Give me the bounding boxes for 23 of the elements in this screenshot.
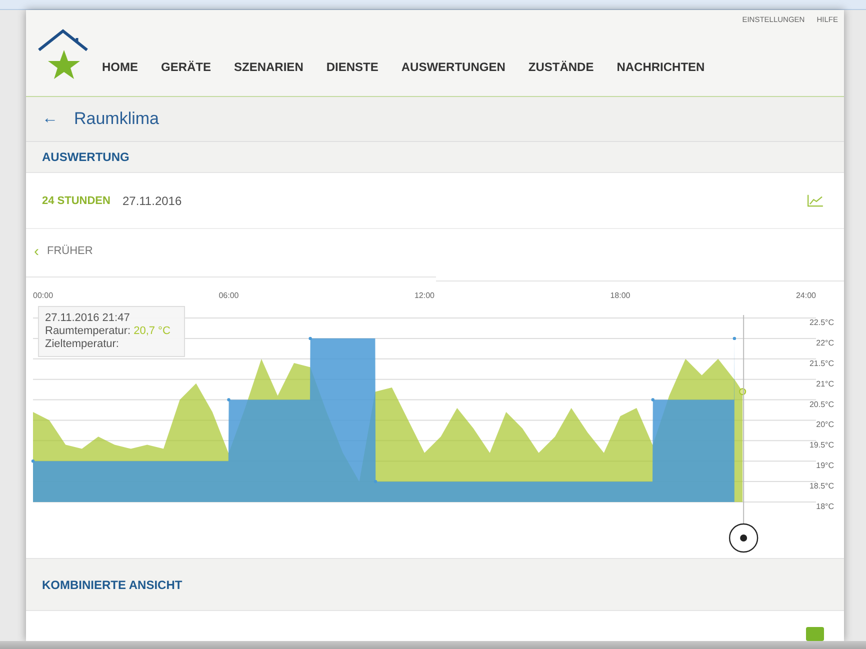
x-tick-label: 00:00 xyxy=(33,291,54,300)
x-tick-label: 18:00 xyxy=(610,291,630,300)
tooltip-timestamp: 27.11.2016 21:47 xyxy=(45,312,131,326)
y-tick-label: 20°C xyxy=(816,420,834,430)
section-title: AUSWERTUNG xyxy=(42,150,130,164)
y-tick-label: 20.5°C xyxy=(809,400,834,410)
section-title: KOMBINIERTE ANSICHT xyxy=(42,578,182,592)
y-tick-label: 18.5°C xyxy=(809,482,834,492)
y-tick-label: 21.5°C xyxy=(809,359,834,368)
y-tick-label: 19.5°C xyxy=(809,441,834,450)
y-tick-label: 19°C xyxy=(816,462,834,471)
y-tick-label: 21°C xyxy=(816,380,834,389)
tooltip-value: 20,7 °C xyxy=(134,325,170,338)
y-tick-label: 22.5°C xyxy=(809,318,834,328)
y-tick-label: 18°C xyxy=(816,502,834,512)
x-tick-label: 24:00 xyxy=(796,291,816,300)
y-tick-label: 22°C xyxy=(816,338,834,348)
tooltip-label: Raumtemperatur: xyxy=(45,325,131,338)
tooltip-label: Zieltemperatur: xyxy=(45,338,119,350)
page-title: Raumklima xyxy=(74,108,160,129)
x-tick-label: 12:00 xyxy=(414,291,435,300)
x-tick-label: 06:00 xyxy=(218,291,239,300)
date-label: 27.11.2016 xyxy=(122,194,182,208)
